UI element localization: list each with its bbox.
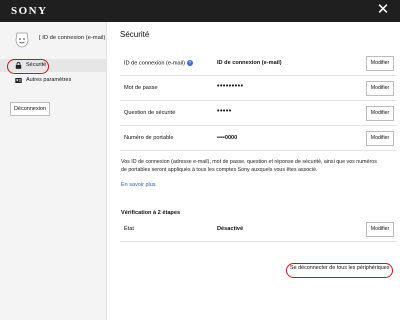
modify-security-question-button[interactable]: Modifier [366, 106, 394, 121]
sidebar-item-other-settings[interactable]: Autres paramètres [0, 74, 106, 87]
row-label: Numéro de portable [124, 135, 174, 141]
info-text: Vos ID de connexion (adresse e-mail), mo… [121, 159, 377, 173]
main-panel: Sécurité ID de connexion (e-mail)? ID de… [107, 22, 400, 320]
password-value: ••••••••• [217, 83, 244, 90]
id-card-icon [15, 78, 22, 83]
security-question-row: Question de sécurité ••••• Modifier [120, 101, 397, 126]
modify-mobile-number-button[interactable]: Modifier [366, 131, 394, 146]
mobile-number-value: ••••0000 [217, 135, 238, 141]
two-step-status-row: État Désactivé Modifier [120, 217, 397, 242]
account-id-label: [ ID de connexion (e-mail) ] [39, 35, 109, 41]
modify-password-button[interactable]: Modifier [366, 81, 394, 96]
two-step-status-value: Désactivé [217, 226, 244, 232]
row-label: Mot de passe [124, 85, 158, 91]
help-icon[interactable]: ? [186, 60, 193, 66]
sidebar-item-label: Autres paramètres [26, 77, 72, 83]
logout-button[interactable]: Déconnexion [10, 102, 50, 116]
row-label: État [124, 226, 134, 232]
sony-logo: SONY [11, 5, 48, 17]
login-id-row: ID de connexion (e-mail)? ID de connexio… [120, 51, 397, 76]
top-bar: SONY ✕ [0, 0, 400, 22]
modify-two-step-button[interactable]: Modifier [366, 222, 394, 237]
smiley-avatar-icon [15, 32, 29, 48]
row-label: Question de sécurité [124, 110, 176, 116]
close-icon[interactable]: ✕ [375, 2, 391, 18]
page-title: Sécurité [120, 30, 150, 39]
modify-login-id-button[interactable]: Modifier [366, 56, 394, 71]
password-row: Mot de passe ••••••••• Modifier [120, 76, 397, 101]
mobile-number-row: Numéro de portable ••••0000 Modifier [120, 126, 397, 151]
logout-all-highlight-oval [286, 263, 393, 278]
sidebar: [ ID de connexion (e-mail) ] Sécurité Au… [0, 22, 109, 320]
learn-more-link[interactable]: En savoir plus [121, 182, 156, 188]
two-step-title: Vérification à 2 étapes [121, 210, 181, 216]
security-question-value: ••••• [217, 108, 232, 115]
row-label: ID de connexion (e-mail)? [124, 60, 193, 67]
login-id-value: ID de connexion (e-mail) [217, 60, 282, 66]
security-highlight-oval [7, 59, 49, 74]
